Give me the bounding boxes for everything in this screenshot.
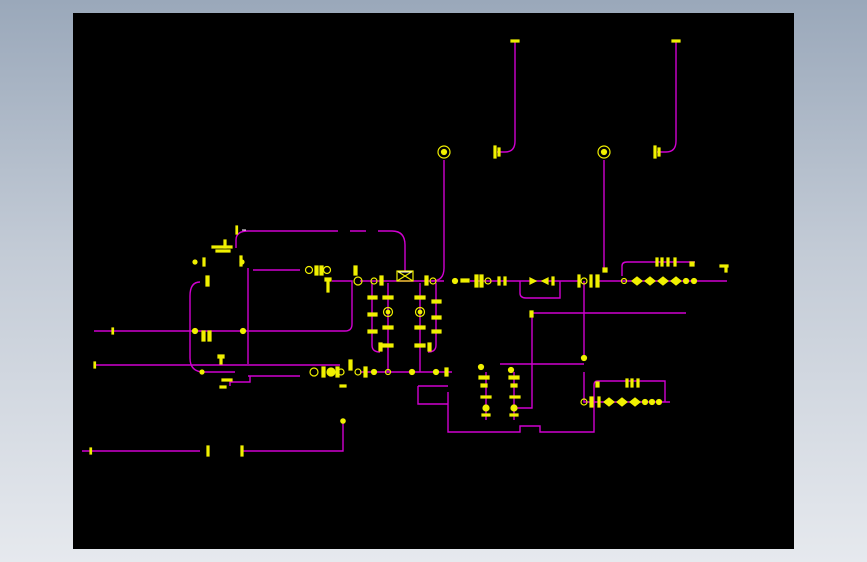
cap-icon: [510, 39, 520, 43]
valve-icon: [580, 378, 663, 408]
piping-diagram: [82, 39, 729, 457]
pipe-gauge-left: [431, 160, 445, 282]
pipe-header-mid: [94, 269, 353, 332]
drawing-canvas[interactable]: [73, 13, 794, 549]
highlight-marks: [242, 229, 412, 273]
flange-icon: [497, 147, 501, 157]
pipe-riser-left: [497, 41, 516, 153]
pipe-right-drop: [530, 281, 686, 358]
valve-icon: [367, 295, 442, 352]
pipe-lower-right: [500, 363, 670, 403]
pipe-center-box: [417, 385, 448, 405]
flange-icon: [93, 361, 97, 369]
flange-icon: [206, 445, 210, 457]
valve-icon: [191, 255, 247, 389]
flange-icon: [340, 418, 346, 424]
valve-symbols: [89, 39, 729, 457]
flange-icon: [653, 145, 657, 159]
flange-icon: [111, 327, 115, 335]
flange-icon: [493, 145, 497, 159]
pipe-bottom-loop: [447, 380, 666, 433]
nozzle-icon: [211, 239, 233, 253]
pipe-lines: [82, 41, 727, 452]
valve-icon: [304, 265, 358, 293]
pipe-top-loop: [235, 230, 406, 271]
pipe-bottom-left: [82, 421, 344, 452]
pipe-center-drop: [515, 313, 533, 409]
pipe-left-small: [229, 376, 251, 386]
flange-icon: [89, 447, 93, 455]
flange-icon: [240, 445, 244, 457]
pipe-riser-right: [657, 41, 677, 153]
valve-icon: [309, 359, 449, 388]
cap-icon: [671, 39, 681, 43]
gauge-icon: [437, 145, 451, 159]
pipe-column-1: [371, 283, 381, 353]
pipe-header-low: [94, 364, 452, 373]
gauge-icon: [597, 145, 611, 159]
flange-icon: [235, 225, 239, 235]
flange-icon: [657, 147, 661, 157]
